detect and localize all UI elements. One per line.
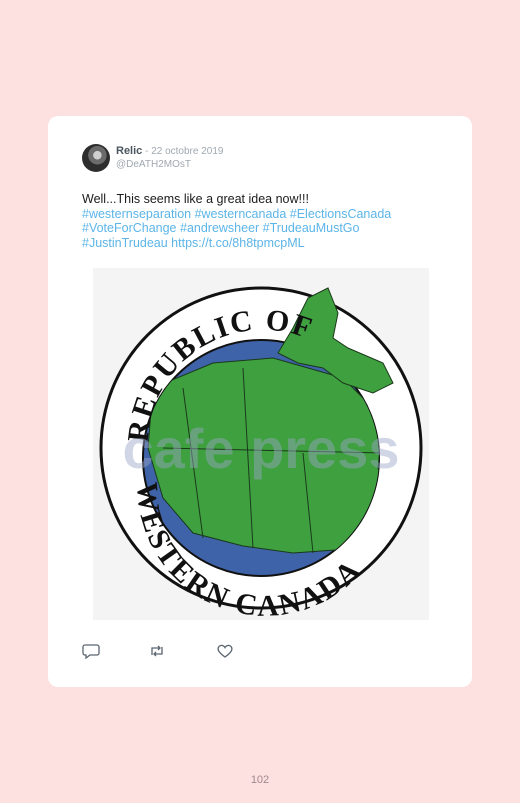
author-handle[interactable]: @DeATH2MOsT [116, 159, 191, 170]
tweet-body: Well...This seems like a great idea now!… [82, 192, 309, 206]
tweet-actions [82, 643, 282, 661]
page-number: 102 [250, 774, 270, 786]
heart-icon[interactable] [216, 643, 234, 659]
reply-icon[interactable] [82, 643, 100, 659]
tweet-image[interactable]: REPUBLIC OF WESTERN CANADA cafe press [93, 268, 429, 623]
hashtags-line-2[interactable]: #VoteForChange #andrewsheer #TrudeauMust… [82, 221, 452, 236]
separator: - [142, 146, 152, 157]
tweet-date[interactable]: 22 octobre 2019 [151, 146, 223, 157]
tweet-card: Relic - 22 octobre 2019 @DeATH2MOsT Well… [48, 116, 472, 687]
republic-of-western-canada-emblem: REPUBLIC OF WESTERN CANADA cafe press [99, 286, 423, 623]
author-line: Relic - 22 octobre 2019 [116, 145, 223, 157]
hashtags-line-1[interactable]: #westernseparation #westerncanada #Elect… [82, 207, 452, 222]
watermark: cafe press [122, 417, 399, 480]
tweet-text: Well...This seems like a great idea now!… [82, 192, 452, 250]
retweet-icon[interactable] [148, 643, 166, 659]
author-name[interactable]: Relic [116, 145, 142, 157]
hashtags-line-3[interactable]: #JustinTrudeau https://t.co/8h8tpmcpML [82, 236, 452, 251]
avatar[interactable] [82, 144, 110, 172]
